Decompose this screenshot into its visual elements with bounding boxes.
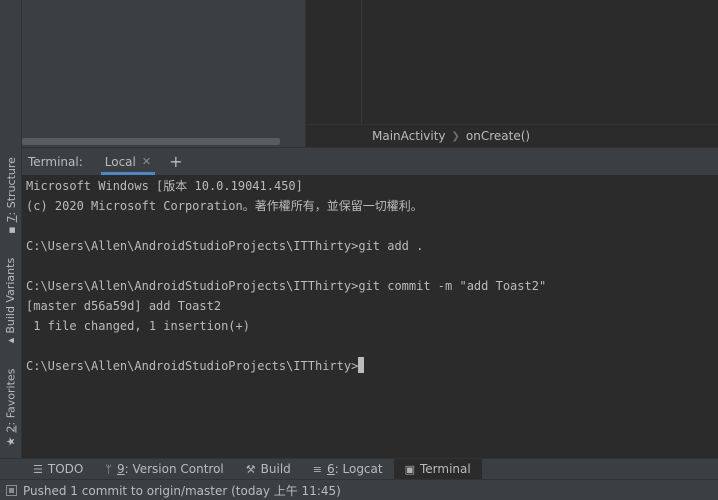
todo-tool-tab[interactable]: ☰ TODO	[22, 459, 94, 479]
version-control-tool-tab[interactable]: ᛘ 9: Version Control	[94, 459, 234, 479]
editor-gutter-line	[361, 0, 362, 124]
structure-tab-label: : Structure	[4, 156, 18, 215]
version-control-mnemonic: 9	[116, 462, 125, 476]
status-bar: Pushed 1 commit to origin/master (today …	[0, 479, 718, 500]
terminal-tab-local[interactable]: Local ✕	[100, 148, 156, 175]
logcat-tool-tab[interactable]: ≡ 6: Logcat	[302, 459, 394, 479]
build-tool-tab[interactable]: ⚒ Build	[235, 459, 302, 479]
terminal-prompt-line: C:\Users\Allen\AndroidStudioProjects\ITT…	[26, 356, 365, 376]
terminal-output[interactable]: Microsoft Windows [版本 10.0.19041.450] (c…	[22, 175, 718, 458]
terminal-line: Microsoft Windows [版本 10.0.19041.450]	[26, 179, 303, 193]
project-pane	[22, 0, 305, 147]
breadcrumb-class[interactable]: MainActivity	[372, 129, 446, 143]
ide-window: ▪ 7: Structure ▴ Build Variants ★ 2: Fav…	[0, 0, 718, 500]
breadcrumb-method[interactable]: onCreate()	[466, 129, 530, 143]
status-message[interactable]: Pushed 1 commit to origin/master (today …	[23, 482, 341, 499]
terminal-tool-tab[interactable]: ▣ Terminal	[393, 459, 482, 479]
build-variants-icon: ▴	[4, 337, 18, 343]
close-icon[interactable]: ✕	[142, 155, 151, 168]
logcat-icon: ≡	[312, 462, 322, 476]
star-icon: ★	[4, 436, 18, 446]
horizontal-scrollbar[interactable]	[22, 138, 280, 145]
favorites-tool-tab[interactable]: ★ 2: Favorites	[0, 362, 22, 452]
structure-tab-mnemonic: 7	[4, 214, 18, 222]
left-tool-strip: ▪ 7: Structure ▴ Build Variants ★ 2: Fav…	[0, 0, 22, 458]
terminal-prompt: C:\Users\Allen\AndroidStudioProjects\ITT…	[26, 359, 359, 373]
logcat-mnemonic: 6	[327, 462, 335, 476]
terminal-line: [master d56a59d] add Toast2	[26, 299, 222, 313]
terminal-tab-label: Local	[104, 154, 136, 169]
text-cursor	[358, 357, 365, 373]
structure-icon: ▪	[4, 225, 18, 234]
structure-tool-tab[interactable]: ▪ 7: Structure	[0, 150, 22, 240]
breadcrumb: MainActivity ❯ onCreate()	[306, 124, 718, 147]
breadcrumb-separator-icon: ❯	[451, 130, 460, 142]
terminal-line: (c) 2020 Microsoft Corporation。著作權所有，並保留…	[26, 199, 423, 213]
favorites-tab-label: : Favorites	[4, 368, 18, 426]
add-tab-icon[interactable]: +	[169, 153, 182, 170]
terminal-tab-label-bottom: Terminal	[420, 462, 471, 476]
terminal-line: 1 file changed, 1 insertion(+)	[26, 319, 250, 333]
terminal-title: Terminal:	[28, 154, 83, 169]
hammer-icon: ⚒	[245, 462, 256, 476]
todo-tab-label: TODO	[47, 462, 84, 476]
favorites-tab-mnemonic: 2	[4, 425, 18, 433]
build-tab-label: Build	[260, 462, 291, 476]
logcat-tab-label: : Logcat	[334, 462, 383, 476]
terminal-line: C:\Users\Allen\AndroidStudioProjects\ITT…	[26, 279, 547, 293]
version-control-tab-label: : Version Control	[124, 462, 224, 476]
code-editor[interactable]	[306, 0, 718, 124]
build-variants-tab-label: Build Variants	[4, 257, 18, 334]
build-variants-tool-tab[interactable]: ▴ Build Variants	[0, 250, 22, 350]
list-icon: ☰	[33, 462, 43, 476]
terminal-line: C:\Users\Allen\AndroidStudioProjects\ITT…	[26, 239, 424, 253]
bottom-tool-tabs: ☰ TODO ᛘ 9: Version Control ⚒ Build ≡ 6:…	[0, 458, 718, 479]
terminal-icon: ▣	[404, 462, 415, 476]
terminal-header: Terminal: Local ✕ +	[22, 147, 718, 175]
branch-icon: ᛘ	[105, 462, 112, 476]
tool-window-toggle-icon[interactable]	[6, 484, 17, 496]
